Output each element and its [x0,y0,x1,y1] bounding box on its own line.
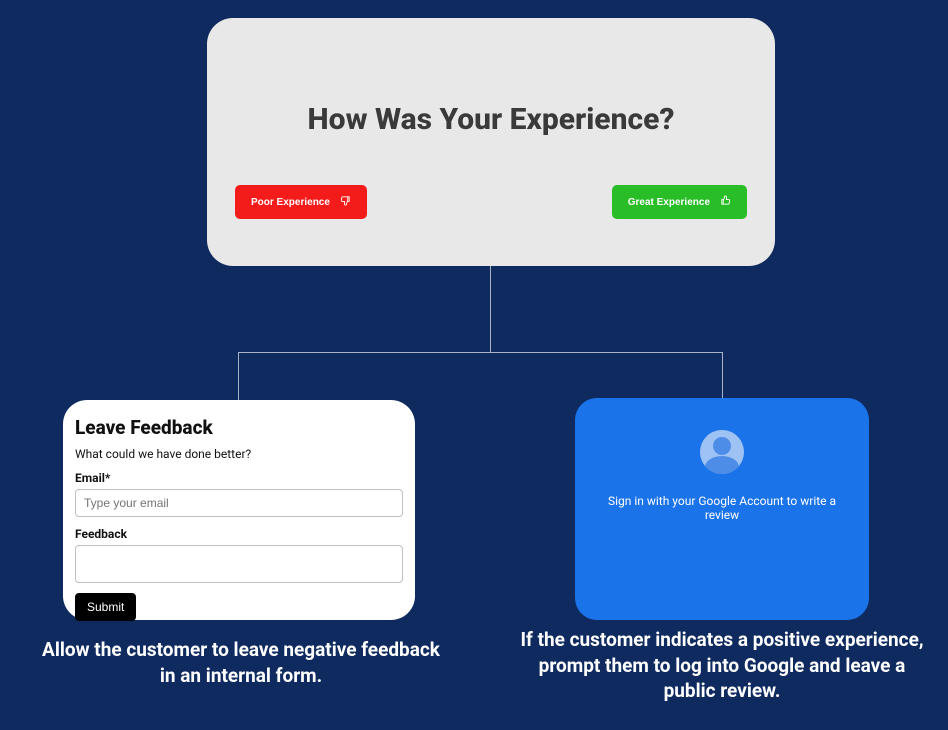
connector-line [490,266,491,352]
poor-experience-button[interactable]: Poor Experience [235,185,367,219]
experience-prompt-title: How Was Your Experience? [231,102,751,137]
feedback-textarea[interactable] [75,545,403,583]
feedback-title: Leave Feedback [75,416,403,439]
right-caption: If the customer indicates a positive exp… [512,627,932,704]
thumbs-down-icon [340,195,351,209]
great-experience-button[interactable]: Great Experience [612,185,747,219]
google-signin-prompt: Sign in with your Google Account to writ… [593,494,851,522]
submit-button[interactable]: Submit [75,593,136,621]
connector-line [238,352,722,353]
feedback-form-card: Leave Feedback What could we have done b… [63,400,415,620]
connector-line [238,352,239,402]
user-avatar-icon [700,430,744,474]
feedback-subtitle: What could we have done better? [75,447,403,461]
left-caption: Allow the customer to leave negative fee… [36,637,446,688]
email-label: Email* [75,471,403,485]
poor-experience-label: Poor Experience [251,197,330,208]
thumbs-up-icon [720,195,731,209]
google-signin-card: Sign in with your Google Account to writ… [575,398,869,620]
feedback-label: Feedback [75,527,403,541]
connector-line [722,352,723,402]
email-field[interactable] [75,489,403,517]
experience-prompt-card: How Was Your Experience? Poor Experience… [207,18,775,266]
great-experience-label: Great Experience [628,197,710,208]
experience-buttons-row: Poor Experience Great Experience [231,185,751,219]
